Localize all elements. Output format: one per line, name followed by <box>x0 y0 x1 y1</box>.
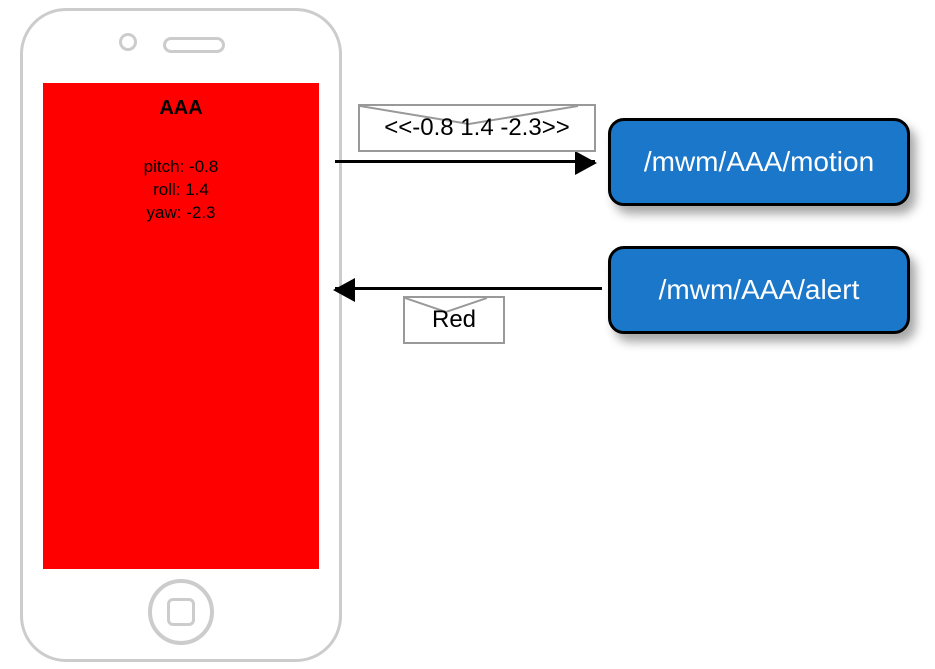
envelope-alert: Red <box>403 296 505 344</box>
phone-screen: AAA pitch: -0.8 roll: 1.4 yaw: -2.3 <box>43 83 319 569</box>
envelope-motion: <<-0.8 1.4 -2.3>> <box>358 104 596 152</box>
arrow-to-motion <box>335 160 595 163</box>
alert-payload-text: Red <box>432 306 476 334</box>
yaw-value: -2.3 <box>186 203 215 222</box>
screen-title: AAA <box>43 97 319 120</box>
yaw-label: yaw: <box>147 203 182 222</box>
topic-alert-box: /mwm/AAA/alert <box>608 246 910 334</box>
topic-motion-box: /mwm/AAA/motion <box>608 118 910 206</box>
roll-row: roll: 1.4 <box>43 179 319 202</box>
phone-speaker-icon <box>163 37 225 53</box>
phone-camera-icon <box>119 33 137 51</box>
phone-outline: AAA pitch: -0.8 roll: 1.4 yaw: -2.3 <box>20 8 342 662</box>
arrow-from-alert <box>335 287 602 290</box>
pitch-label: pitch: <box>144 157 185 176</box>
topic-motion-label: /mwm/AAA/motion <box>644 146 874 178</box>
motion-payload-text: <<-0.8 1.4 -2.3>> <box>384 114 569 142</box>
roll-value: 1.4 <box>185 180 209 199</box>
pitch-row: pitch: -0.8 <box>43 156 319 179</box>
roll-label: roll: <box>153 180 180 199</box>
diagram-stage: AAA pitch: -0.8 roll: 1.4 yaw: -2.3 <box>0 0 935 669</box>
topic-alert-label: /mwm/AAA/alert <box>659 274 860 306</box>
yaw-row: yaw: -2.3 <box>43 202 319 225</box>
pitch-value: -0.8 <box>189 157 218 176</box>
home-button-icon <box>148 579 214 645</box>
motion-readings: pitch: -0.8 roll: 1.4 yaw: -2.3 <box>43 156 319 225</box>
